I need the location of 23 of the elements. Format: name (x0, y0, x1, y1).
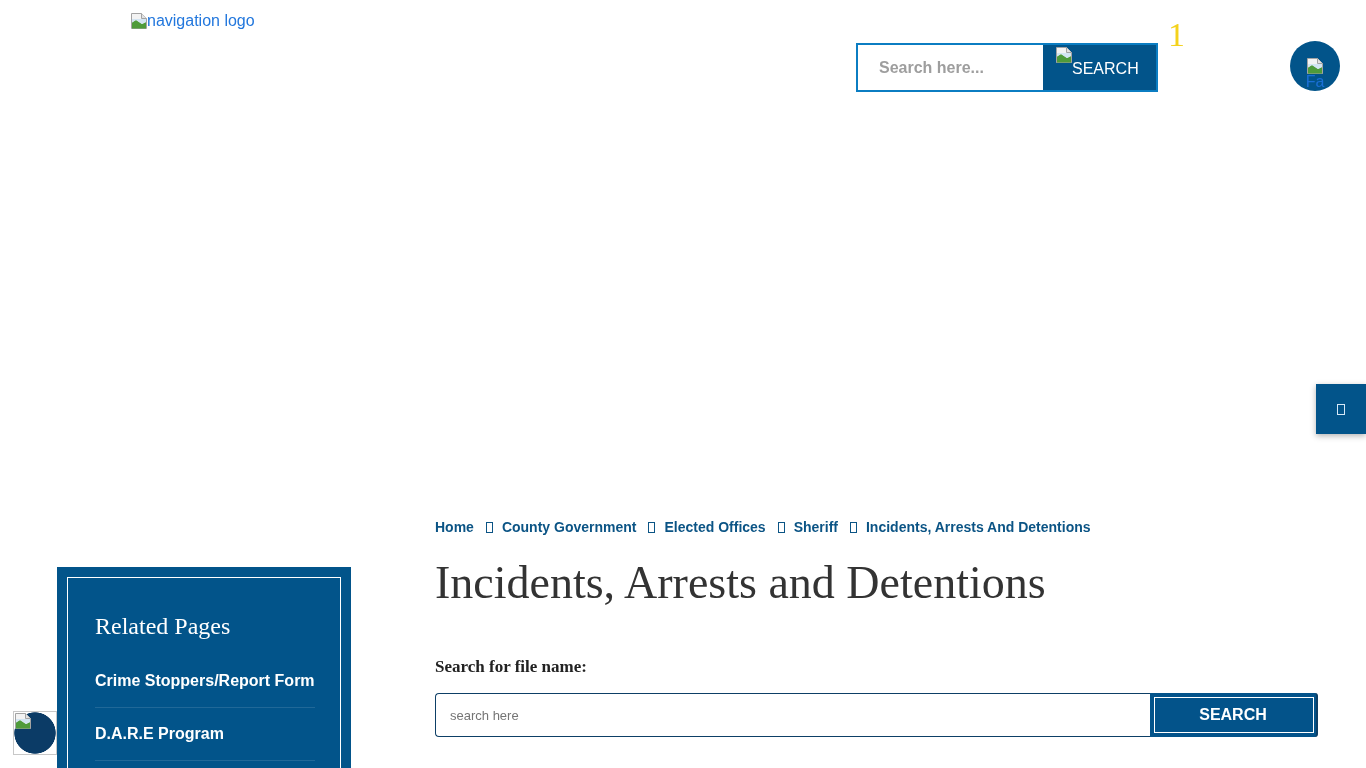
sidebar-title: Related Pages (95, 612, 232, 641)
sidebar-link[interactable]: D.A.R.E Program (95, 708, 315, 761)
breadcrumb-link[interactable]: County Government (501, 518, 637, 536)
broken-image-icon (15, 713, 31, 729)
box-icon (648, 521, 656, 533)
breadcrumb-link[interactable]: Sheriff (793, 518, 838, 536)
field-label: Search for file name: (435, 656, 588, 678)
box-icon (777, 521, 785, 533)
breadcrumb-link[interactable]: Home (435, 518, 474, 536)
box-icon (850, 521, 857, 533)
search-field[interactable]: search here (435, 693, 1150, 737)
page-title: Incidents, Arrests and Detentions (435, 556, 1047, 610)
box-icon (485, 521, 493, 533)
breadcrumb-link[interactable]: Incidents, Arrests And Detentions (866, 518, 1091, 536)
search-button[interactable]: SEARCH (1150, 693, 1318, 737)
breadcrumb-link[interactable]: Elected Offices (664, 518, 766, 536)
broken-image-icon (131, 13, 147, 29)
number-label: 1 (1168, 18, 1185, 52)
floating-button[interactable] (13, 711, 57, 755)
logo-link[interactable]: navigation logo (131, 12, 255, 30)
sidebar-link[interactable]: Crime Stoppers/Report Form (95, 655, 315, 708)
box-icon (1337, 403, 1345, 415)
broken-image-icon (1307, 58, 1323, 74)
